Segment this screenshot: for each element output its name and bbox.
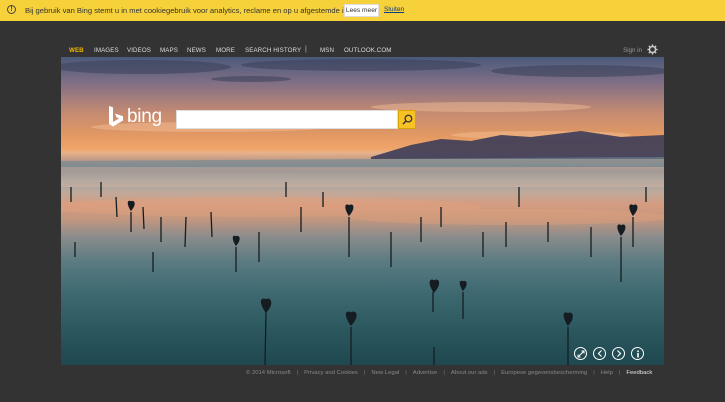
footer-help-link[interactable]: Help	[601, 370, 613, 376]
nav-news[interactable]: NEWS	[187, 47, 206, 54]
nav-videos[interactable]: VIDEOS	[127, 47, 151, 54]
footer-copyright: © 2014 Microsoft	[246, 370, 291, 376]
footer-about-ads-link[interactable]: About our ads	[451, 370, 488, 376]
bing-logo-icon	[109, 106, 123, 127]
background-image	[61, 57, 664, 365]
nav-outlook[interactable]: OUTLOOK.COM	[344, 47, 392, 54]
search-input[interactable]	[176, 110, 398, 129]
search-icon	[401, 114, 412, 125]
footer: © 2014 Microsoft | Privacy and Cookies | New…	[246, 370, 652, 376]
bing-logo-text: bing	[127, 106, 162, 127]
image-controls	[574, 347, 650, 360]
nav-separator: |	[305, 46, 307, 53]
nav-more[interactable]: MORE	[216, 47, 235, 54]
nav-search-history[interactable]: SEARCH HISTORY	[245, 47, 301, 54]
cookie-banner: ! Bij gebruik van Bing stemt u in met co…	[0, 0, 725, 21]
close-link[interactable]: Sluiten	[384, 6, 404, 13]
chevron-right-icon[interactable]	[612, 347, 625, 360]
footer-separator: |	[405, 370, 407, 376]
nav-msn[interactable]: MSN	[320, 47, 334, 54]
footer-separator: |	[493, 370, 496, 376]
footer-privacy-link[interactable]: Privacy and Cookies	[304, 370, 358, 376]
footer-separator: |	[363, 370, 366, 376]
footer-feedback-link[interactable]: Feedback	[626, 370, 652, 376]
footer-advertise-link[interactable]: Advertise	[413, 370, 438, 376]
sunset-scene	[61, 59, 664, 365]
chevron-left-icon[interactable]	[593, 347, 606, 360]
info-icon: !	[7, 5, 16, 14]
expand-icon[interactable]	[574, 347, 587, 360]
nav-images[interactable]: IMAGES	[94, 47, 119, 54]
sign-in-link[interactable]: Sign in	[623, 47, 642, 54]
nav-web[interactable]: WEB	[69, 47, 84, 54]
nav-maps[interactable]: MAPS	[160, 47, 178, 54]
cookie-message: Bij gebruik van Bing stemt u in met cook…	[25, 6, 365, 15]
search-button[interactable]	[398, 110, 416, 129]
footer-separator: |	[443, 370, 445, 376]
gear-icon[interactable]	[647, 44, 658, 55]
info-icon[interactable]	[631, 347, 644, 360]
footer-separator: |	[618, 370, 621, 376]
bing-logo[interactable]: bing	[108, 105, 162, 129]
read-more-button[interactable]: Lees meer	[344, 4, 379, 17]
footer-separator: |	[296, 370, 299, 376]
footer-legal-link[interactable]: New Legal	[371, 370, 399, 376]
footer-separator: |	[593, 370, 595, 376]
top-navigation: WEB IMAGES VIDEOS MAPS NEWS MORE SEARCH …	[61, 43, 664, 57]
footer-data-protection-link[interactable]: Europese gegevensbescherming	[501, 370, 587, 376]
